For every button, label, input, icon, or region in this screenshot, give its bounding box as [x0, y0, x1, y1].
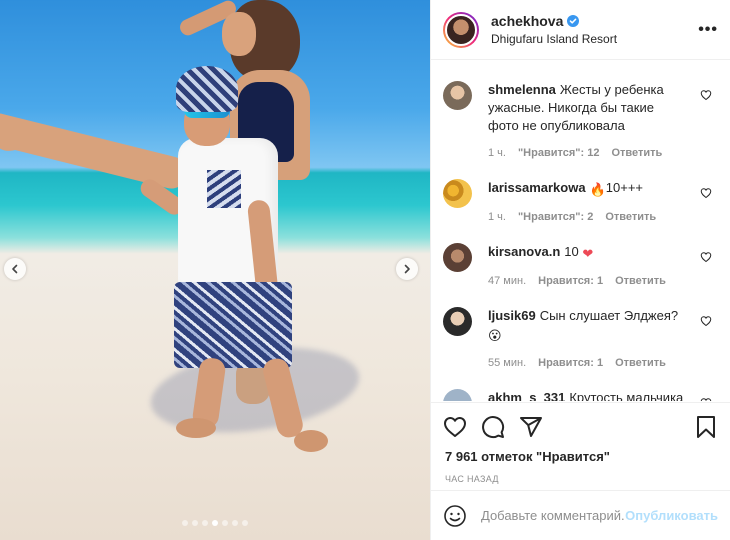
post-timestamp[interactable]: ЧАС НАЗАД: [431, 474, 730, 484]
commenter-username[interactable]: larissamarkowa: [488, 180, 586, 195]
comment-input[interactable]: Добавьте комментарий...: [481, 508, 625, 523]
boy-bucket-hat: [176, 66, 238, 112]
comments-list[interactable]: shmelenna Жесты у ребенка ужасные. Никогд…: [431, 61, 730, 401]
comment-item: larissamarkowa 🔥10+++ 1 ч. "Нравится": 2 …: [443, 159, 718, 223]
heart-outline-icon[interactable]: [700, 251, 712, 263]
commenter-avatar[interactable]: [443, 81, 472, 110]
comment-text: shmelenna Жесты у ребенка ужасные. Никогд…: [488, 82, 664, 133]
carousel-next-button[interactable]: [396, 258, 418, 280]
comment-text: ljusik69 Сын слушает Элджея? 😮: [488, 308, 679, 343]
comment-item: kirsanova.n 10 ❤ 47 мин. Нравится: 1 Отве…: [443, 223, 718, 287]
woman-face: [222, 12, 256, 56]
comment-time[interactable]: 47 мин.: [488, 275, 526, 287]
comment-time[interactable]: 1 ч.: [488, 147, 506, 159]
comment-item: shmelenna Жесты у ребенка ужасные. Никогд…: [443, 61, 718, 159]
post-location[interactable]: Dhigufaru Island Resort: [491, 32, 617, 46]
boy-shirt-pocket: [207, 170, 241, 208]
comment-likes[interactable]: "Нравится": 12: [518, 147, 599, 159]
reply-button[interactable]: Ответить: [615, 357, 666, 369]
reply-button[interactable]: Ответить: [611, 147, 662, 159]
likes-count[interactable]: 7 961 отметок "Нравится": [431, 449, 730, 464]
comment-item: akhm_s_331 Крутость мальчика: [443, 369, 718, 401]
comment-likes[interactable]: Нравится: 1: [538, 357, 603, 369]
carousel-dot: [232, 520, 238, 526]
chevron-left-icon: [12, 264, 18, 274]
like-heart-icon[interactable]: [443, 415, 467, 439]
chevron-right-icon: [404, 264, 410, 274]
comment-likes[interactable]: Нравится: 1: [538, 275, 603, 287]
carousel-dot: [192, 520, 198, 526]
boy-foot-left: [176, 418, 216, 438]
author-username[interactable]: achekhova: [491, 13, 563, 29]
comment-likes[interactable]: "Нравится": 2: [518, 211, 593, 223]
commenter-username[interactable]: kirsanova.n: [488, 244, 560, 259]
comment-text: larissamarkowa 🔥10+++: [488, 180, 644, 197]
comment-bubble-icon[interactable]: [481, 415, 505, 439]
carousel-dot: [182, 520, 188, 526]
heart-outline-icon[interactable]: [700, 187, 712, 199]
carousel-dots: [0, 520, 430, 526]
comment-text: akhm_s_331 Крутость мальчика: [488, 389, 688, 401]
comment-text: kirsanova.n 10 ❤: [488, 244, 594, 261]
raised-leg: [0, 110, 191, 192]
more-options-icon[interactable]: •••: [698, 22, 718, 38]
carousel-prev-button[interactable]: [4, 258, 26, 280]
heart-outline-icon[interactable]: [700, 397, 712, 401]
author-avatar[interactable]: [445, 13, 477, 46]
heart-outline-icon[interactable]: [700, 89, 712, 101]
verified-badge-icon: [567, 15, 580, 27]
comment-time[interactable]: 1 ч.: [488, 211, 506, 223]
boy-foot-right: [294, 430, 328, 452]
post-header: achekhova Dhigufaru Island Resort •••: [431, 0, 730, 60]
add-comment-bar: Добавьте комментарий... Опубликовать: [431, 490, 730, 540]
reply-button[interactable]: Ответить: [605, 211, 656, 223]
carousel-dot: [212, 520, 218, 526]
share-paper-plane-icon[interactable]: [519, 415, 543, 439]
carousel-dot: [242, 520, 248, 526]
post-side-panel: achekhova Dhigufaru Island Resort ••• sh…: [430, 0, 730, 540]
commenter-avatar[interactable]: [443, 243, 472, 272]
bookmark-icon[interactable]: [694, 415, 718, 439]
commenter-avatar[interactable]: [443, 307, 472, 336]
emoji-smile-icon[interactable]: [443, 504, 467, 528]
fire-emoji-icon: 🔥: [589, 182, 606, 197]
commenter-username[interactable]: ljusik69: [488, 308, 536, 323]
commenter-username[interactable]: akhm_s_331: [488, 390, 565, 401]
carousel-dot: [222, 520, 228, 526]
publish-button[interactable]: Опубликовать: [625, 508, 718, 523]
post-actions: 7 961 отметок "Нравится" ЧАС НАЗАД Добав…: [431, 402, 730, 540]
comment-time[interactable]: 55 мин.: [488, 357, 526, 369]
post-photo[interactable]: [0, 0, 430, 540]
heart-outline-icon[interactable]: [700, 315, 712, 327]
surprised-emoji-icon: 😮: [488, 328, 502, 343]
boy-shorts: [174, 282, 292, 368]
carousel-dot: [202, 520, 208, 526]
commenter-avatar[interactable]: [443, 389, 472, 401]
story-ring[interactable]: [443, 11, 479, 48]
reply-button[interactable]: Ответить: [615, 275, 666, 287]
comment-item: ljusik69 Сын слушает Элджея? 😮 55 мин. Нра…: [443, 287, 718, 369]
commenter-avatar[interactable]: [443, 179, 472, 208]
commenter-username[interactable]: shmelenna: [488, 82, 556, 97]
red-heart-emoji-icon: ❤: [582, 246, 594, 261]
